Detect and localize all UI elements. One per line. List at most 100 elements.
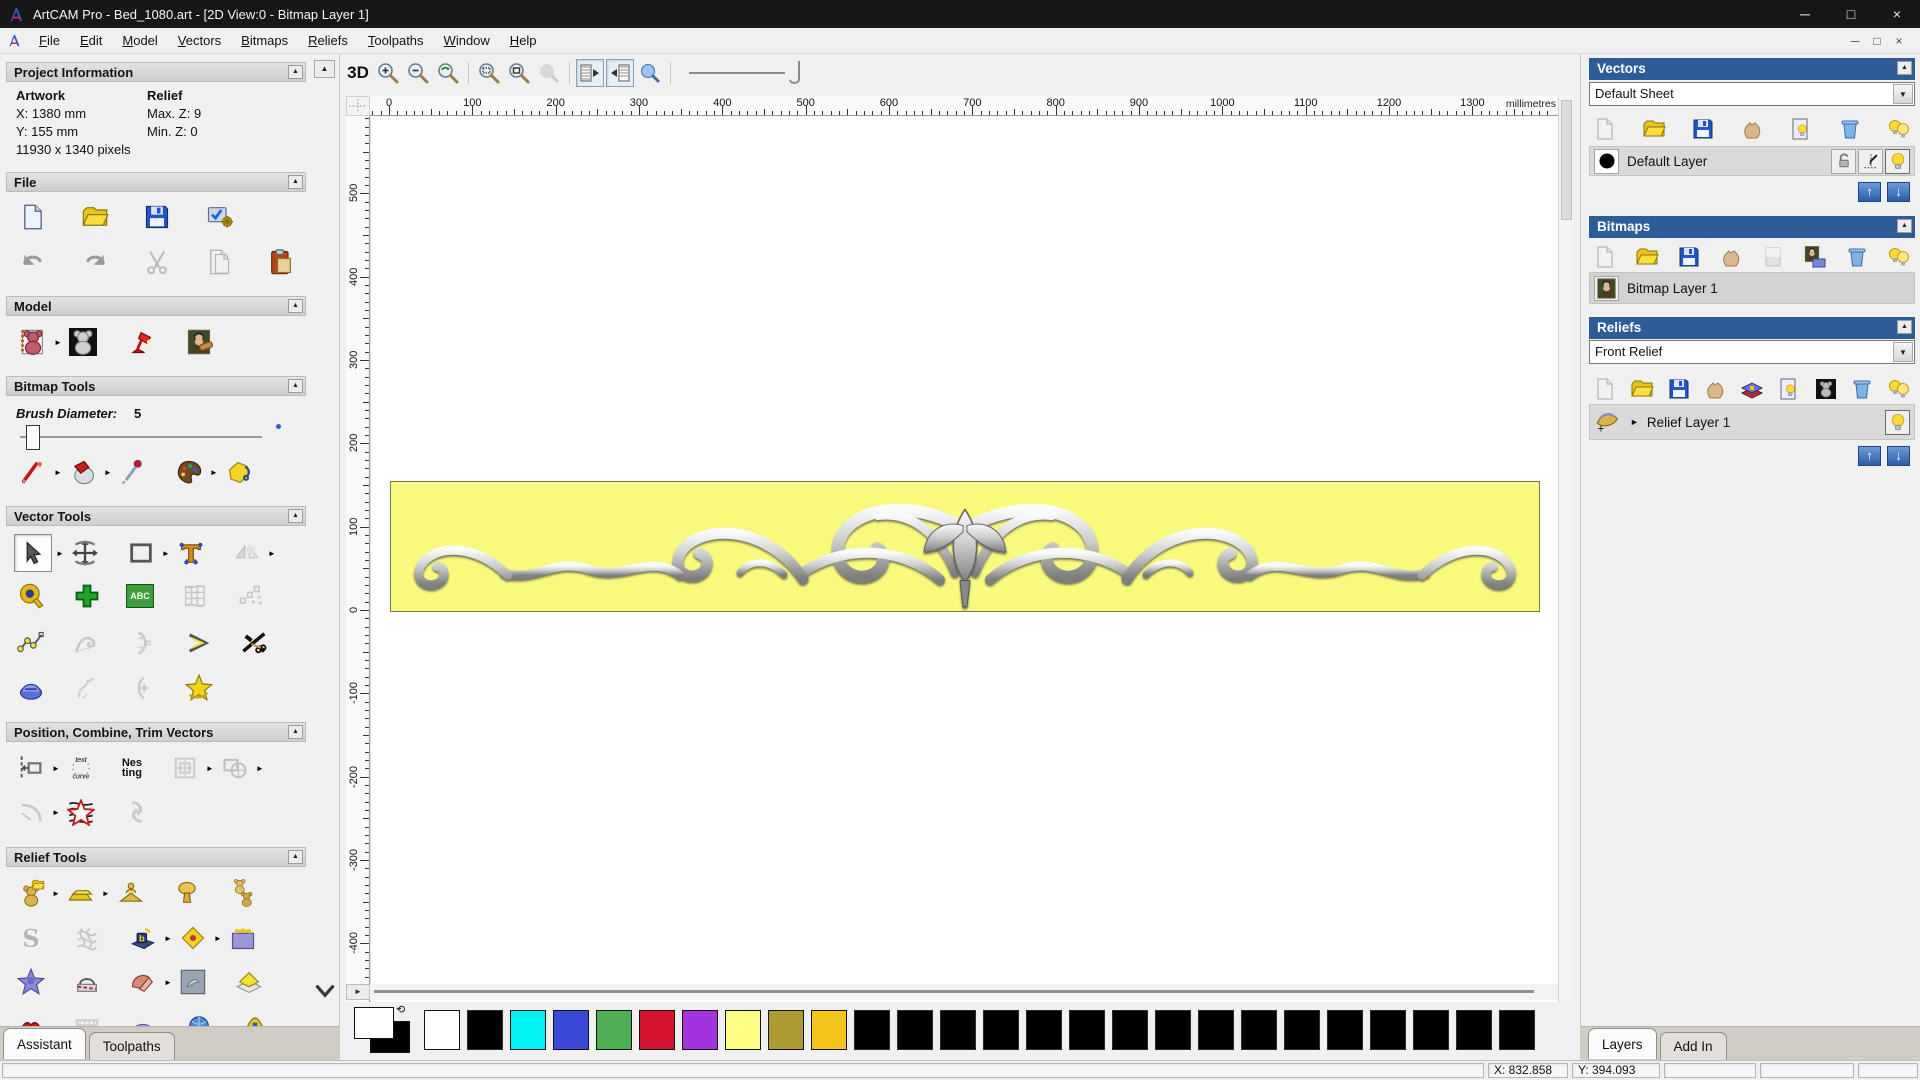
collapse-icon[interactable]: ▲ (288, 725, 303, 739)
paste-icon[interactable] (264, 245, 298, 279)
relief-select[interactable]: Front Relief ▼ (1589, 340, 1915, 364)
mdi-restore-icon[interactable]: □ (1866, 34, 1888, 48)
brush-slider-thumb[interactable] (26, 425, 40, 450)
expand-layer-icon[interactable]: ► (1630, 417, 1639, 427)
line-width-preview[interactable] (689, 72, 785, 74)
horizontal-scrollbar-thumb[interactable] (374, 990, 1534, 993)
vectors-section-header[interactable]: Vectors ▲ (1589, 58, 1915, 80)
delete-relief-layer-icon[interactable] (1848, 375, 1876, 403)
convert-text-to-vectors-icon[interactable]: ABC (126, 584, 154, 608)
menu-model[interactable]: Model (112, 29, 167, 52)
palette-swatch[interactable] (1413, 1010, 1449, 1050)
menu-vectors[interactable]: Vectors (168, 29, 231, 52)
tab-toolpaths[interactable]: Toolpaths (88, 1032, 175, 1061)
panel-scroll-up-icon[interactable]: ▲ (314, 60, 335, 78)
palette-swatch[interactable] (1499, 1010, 1535, 1050)
palette-swatch[interactable] (682, 1010, 718, 1050)
toggle-3d-view-button[interactable]: 3D (344, 59, 372, 87)
section-header-position-combine-trim[interactable]: Position, Combine, Trim Vectors ▲ (6, 722, 306, 742)
wrap-relief-icon[interactable] (126, 965, 160, 999)
palette-swatch[interactable] (1370, 1010, 1406, 1050)
toggle-layer-visibility-icon[interactable] (1787, 115, 1815, 143)
collapse-icon[interactable]: ▲ (1897, 219, 1912, 233)
delete-layer-icon[interactable] (1836, 115, 1864, 143)
vertical-scrollbar[interactable] (1558, 96, 1574, 1002)
select-vectors-icon[interactable] (14, 534, 52, 572)
texture-relief-icon[interactable] (176, 965, 210, 999)
canvas-2d-view[interactable] (370, 116, 1558, 1002)
measure-tool-icon[interactable] (14, 579, 48, 613)
vector-layer-row[interactable]: Default Layer (1589, 146, 1915, 176)
minimize-button[interactable]: ─ (1782, 0, 1828, 28)
copy-icon[interactable] (202, 245, 236, 279)
palette-swatch[interactable] (1198, 1010, 1234, 1050)
palette-swatch[interactable] (1284, 1010, 1320, 1050)
bitmaps-section-header[interactable]: Bitmaps ▲ (1589, 216, 1915, 238)
palette-swatch[interactable] (553, 1010, 589, 1050)
menu-help[interactable]: Help (500, 29, 547, 52)
mdi-minimize-icon[interactable]: ─ (1844, 34, 1866, 48)
swap-colours-icon[interactable]: ⟲ (396, 1003, 405, 1016)
bitmap-layer-preview-icon[interactable] (1801, 243, 1829, 271)
new-sheet-icon[interactable] (1591, 115, 1619, 143)
weave-wizard-icon[interactable] (70, 921, 104, 955)
relief-layer-row[interactable]: + ► Relief Layer 1 (1589, 404, 1915, 440)
move-relief-down-icon[interactable]: ↓ (1887, 446, 1910, 466)
paste-along-curve-icon[interactable] (234, 579, 268, 613)
palette-swatch[interactable] (596, 1010, 632, 1050)
preview-relief-icon[interactable] (636, 59, 664, 87)
cut-icon[interactable] (140, 245, 174, 279)
new-model-icon[interactable] (16, 200, 50, 234)
bitmap-layer-thumbnail[interactable] (1594, 275, 1619, 301)
create-polyline-icon[interactable] (14, 626, 48, 660)
colour-picker-icon[interactable] (116, 455, 150, 489)
relief-artwork-band[interactable] (389, 479, 1541, 614)
relief-layers-icon[interactable] (232, 965, 266, 999)
freehand-draw-icon[interactable] (70, 626, 104, 660)
lock-layer-icon[interactable] (1831, 148, 1856, 174)
save-model-icon[interactable] (140, 200, 174, 234)
palette-swatch[interactable] (510, 1010, 546, 1050)
palette-swatch[interactable] (811, 1010, 847, 1050)
turn-relief-icon[interactable] (170, 876, 204, 910)
collapse-icon[interactable]: ▲ (288, 65, 303, 79)
toggle-vector-visibility-icon[interactable] (606, 59, 634, 87)
gold-bar-icon[interactable] (64, 876, 98, 910)
palette-swatch[interactable] (983, 1010, 1019, 1050)
horizontal-scroll-left-button[interactable]: ► (346, 984, 370, 1000)
options-icon[interactable] (202, 200, 236, 234)
collapse-icon[interactable]: ▲ (288, 850, 303, 864)
open-model-icon[interactable] (78, 200, 112, 234)
palette-swatch[interactable] (1155, 1010, 1191, 1050)
smooth-relief-icon[interactable] (176, 921, 210, 955)
distort-mesh-icon[interactable] (178, 579, 212, 613)
text-on-curve-icon[interactable]: text curve (64, 751, 98, 785)
open-bitmap-icon[interactable] (1633, 243, 1661, 271)
palette-swatch[interactable] (1456, 1010, 1492, 1050)
trim-vectors-icon[interactable] (238, 626, 272, 660)
arc-fit-icon[interactable] (182, 626, 216, 660)
tab-add-in[interactable]: Add In (1659, 1032, 1727, 1061)
dropdown-arrow-icon[interactable]: ▼ (1893, 84, 1913, 104)
transform-vectors-icon[interactable] (68, 536, 102, 570)
sculpting-icon[interactable]: S (14, 921, 48, 955)
create-star-icon[interactable] (182, 671, 216, 705)
adjust-model-icon[interactable] (66, 325, 100, 359)
palette-swatch[interactable] (1069, 1010, 1105, 1050)
reliefs-section-header[interactable]: Reliefs ▲ (1589, 317, 1915, 339)
redo-icon[interactable] (78, 245, 112, 279)
menu-reliefs[interactable]: Reliefs (298, 29, 358, 52)
palette-swatch[interactable] (467, 1010, 503, 1050)
palette-swatch[interactable] (1112, 1010, 1148, 1050)
flood-fill-icon[interactable] (66, 455, 100, 489)
palette-swatch[interactable] (854, 1010, 890, 1050)
move-layer-up-icon[interactable]: ↑ (1858, 182, 1881, 202)
palette-icon[interactable] (172, 455, 206, 489)
collapse-icon[interactable]: ▲ (1897, 320, 1912, 334)
section-header-project-information[interactable]: Project Information ▲ (6, 62, 306, 82)
zoom-in-icon[interactable] (374, 59, 402, 87)
maximize-button[interactable]: □ (1828, 0, 1874, 28)
paint-selective-icon[interactable] (222, 455, 256, 489)
move-layer-down-icon[interactable]: ↓ (1887, 182, 1910, 202)
zoom-to-fit-icon[interactable] (505, 59, 533, 87)
